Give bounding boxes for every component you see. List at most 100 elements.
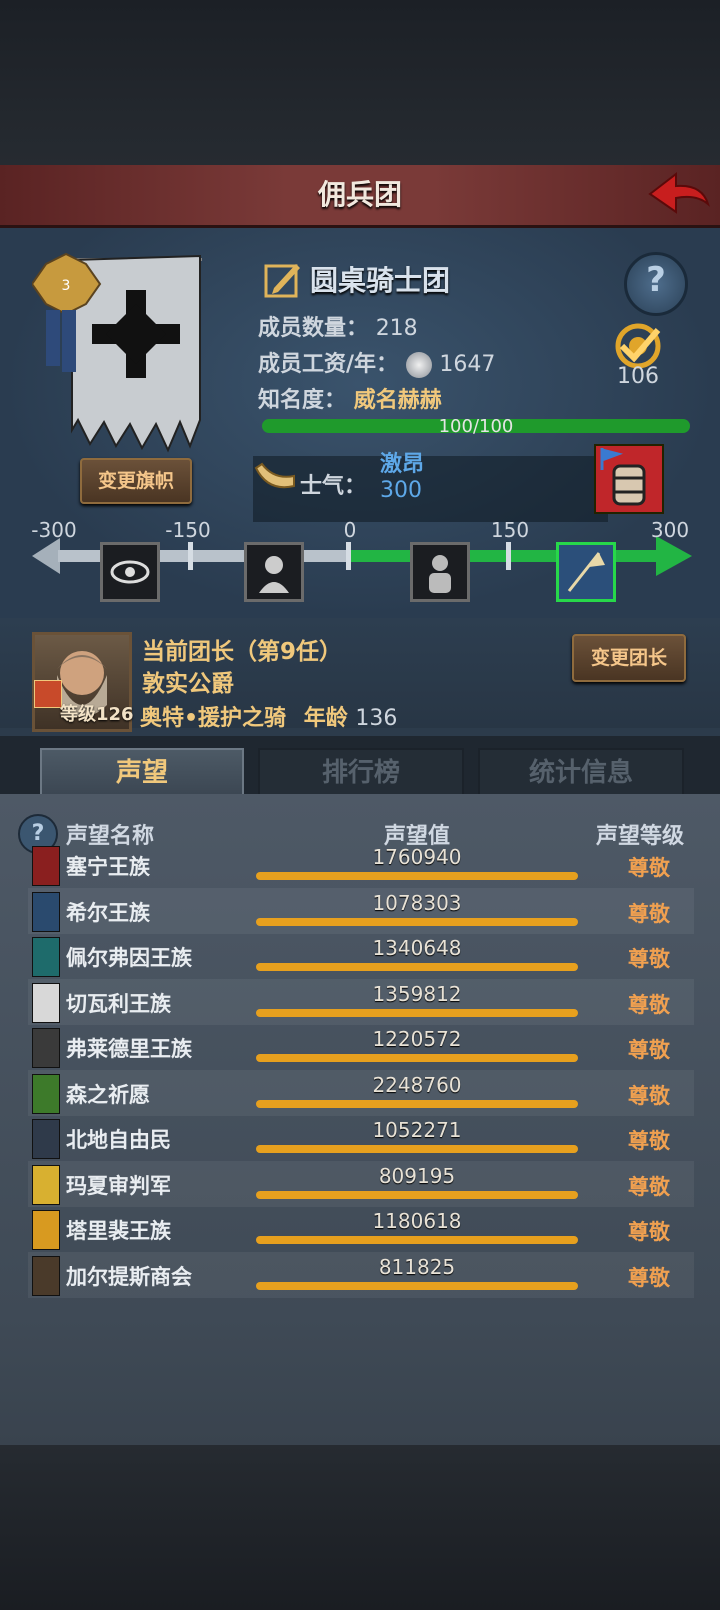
salary-row: 成员工资/年： 1647 [258,346,495,378]
reputation-value: 1359812 [372,981,462,1006]
leader-age-value: 136 [355,706,398,731]
question-icon: ? [646,260,666,300]
faction-crest-icon [32,1255,60,1296]
achievement-target-icon[interactable] [608,320,668,370]
bottom-background [0,1445,720,1610]
reputation-bar [256,917,578,926]
guild-banner: 3 [32,252,202,453]
faction-name: 切瓦利王族 [66,991,171,1016]
morale-value: 300 [380,478,422,503]
reputation-value: 809195 [378,1163,456,1188]
horn-icon [254,462,295,489]
reputation-row[interactable]: 玛夏审判军 809195 尊敬 [28,1160,694,1207]
reputation-row[interactable]: 弗莱德里王族 1220572 尊敬 [28,1024,694,1070]
reputation-row[interactable]: 切瓦利王族 1359812 尊敬 [28,978,694,1025]
member-count-value: 218 [375,316,418,341]
reputation-value: 1340648 [372,936,462,960]
salary-value: 1647 [439,352,496,377]
reputation-value: 1052271 [372,1118,462,1142]
faction-crest-icon [32,891,60,932]
reputation-row[interactable]: 佩尔弗因王族 1340648 尊敬 [28,933,694,979]
reputation-bar [256,963,578,971]
faction-name: 弗莱德里王族 [66,1037,192,1061]
change-leader-button[interactable]: 变更团长 [572,634,686,682]
reputation-level: 尊敬 [628,901,670,926]
tab-ranking[interactable]: 排行榜 [258,748,464,798]
reputation-row[interactable]: 塞宁王族 1760940 尊敬 [28,842,694,888]
faction-crest-icon [32,937,60,977]
faction-name: 玛夏审判军 [66,1173,171,1198]
page-title: 佣兵团 [317,178,402,211]
reputation-level: 尊敬 [628,1220,670,1244]
leader-level: 等级126 [34,700,134,726]
member-count-label: 成员数量： [258,316,369,341]
faction-name: 佩尔弗因王族 [66,946,192,970]
reputation-bar [256,1236,578,1244]
member-count-row: 成员数量： 218 [258,310,418,342]
reputation-bar [256,1008,578,1017]
reputation-value: 811825 [378,1254,456,1279]
reputation-value: 1220572 [372,1027,462,1051]
faction-name: 希尔王族 [66,900,150,925]
morale-slot-banner-icon[interactable] [556,542,616,602]
reputation-bar [256,872,578,880]
reputation-bar [256,1099,578,1108]
svg-text:3: 3 [62,278,71,294]
reputation-value: 2248760 [372,1072,462,1097]
reputation-level: 尊敬 [628,1265,670,1290]
reputation-value: 1180618 [372,1209,462,1233]
edit-name-icon[interactable] [264,260,302,298]
fame-value: 威名赫赫 [353,388,442,413]
faction-crest-icon [32,1073,60,1114]
faction-crest-icon [32,982,60,1023]
scale-tick-label: -150 [165,518,211,542]
reputation-row[interactable]: 希尔王族 1078303 尊敬 [28,887,694,934]
reputation-bar [256,1145,578,1153]
reputation-level: 尊敬 [628,992,670,1017]
reputation-bar [256,1281,578,1290]
faction-name: 加尔提斯商会 [66,1264,192,1289]
morale-slot-calm-icon[interactable] [410,542,470,602]
top-background [0,0,720,165]
fame-label: 知名度： [258,388,347,413]
faction-crest-icon [32,1164,60,1205]
silver-coin-icon [405,352,432,378]
scale-tick-label: -300 [31,518,77,542]
salary-label: 成员工资/年： [258,352,399,377]
reputation-level: 尊敬 [628,1038,670,1062]
reputation-row[interactable]: 北地自由民 1052271 尊敬 [28,1115,694,1161]
reputation-row[interactable]: 塔里裴王族 1180618 尊敬 [28,1206,694,1252]
morale-label: 士气： [300,474,367,499]
leader-age-label: 年龄 [303,706,348,731]
leader-honor: 敦实公爵 [142,671,234,697]
reputation-level: 尊敬 [628,856,670,880]
change-banner-button[interactable]: 变更旗帜 [80,458,192,504]
faction-crest-icon [32,1210,60,1250]
morale-slot-eye-icon[interactable] [100,542,160,602]
back-arrow-icon[interactable] [646,170,712,220]
reputation-bar [256,1190,578,1199]
faction-crest-icon [32,1119,60,1159]
reputation-value: 1078303 [372,890,462,915]
barrel-event-icon[interactable] [594,444,664,514]
faction-name: 北地自由民 [66,1128,171,1152]
morale-slot-despair-icon[interactable] [244,542,304,602]
reputation-row[interactable]: 森之祈愿 2248760 尊敬 [28,1069,694,1116]
guild-help-button[interactable]: ? [624,252,688,316]
morale-state: 激昂 [380,452,425,477]
leader-title: 当前团长（第9任） [142,639,343,665]
reputation-level: 尊敬 [628,1129,670,1153]
tab-statistics[interactable]: 统计信息 [478,748,684,798]
scale-tick-label: 300 [650,518,690,542]
faction-crest-icon [32,1028,60,1068]
reputation-value: 1760940 [372,845,462,869]
faction-crest-icon [32,846,60,886]
faction-name: 森之祈愿 [66,1082,150,1107]
tab-reputation[interactable]: 声望 [40,748,244,796]
reputation-row[interactable]: 加尔提斯商会 811825 尊敬 [28,1251,694,1298]
leader-name-age: 奥特•援护之骑 年龄 136 [140,700,397,732]
faction-name: 塞宁王族 [66,855,150,879]
achievement-count: 106 [617,364,659,389]
reputation-bar [256,1054,578,1062]
leader-name: 奥特•援护之骑 [140,706,287,731]
